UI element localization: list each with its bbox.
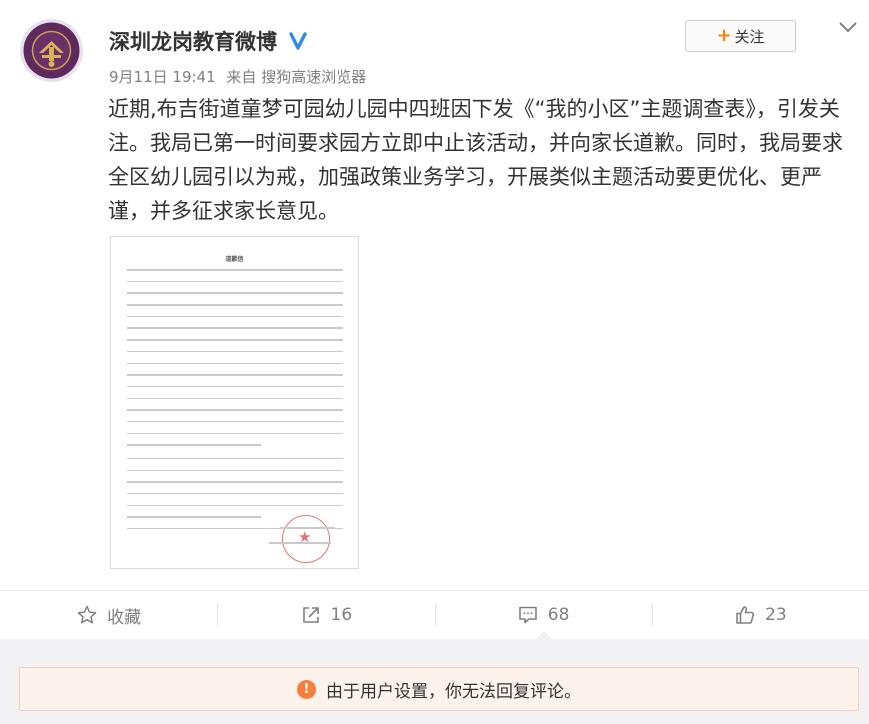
weibo-post-card: 深圳龙岗教育微博 9月11日 19:41 来自 搜狗高速浏览器 + 关注 近期,… bbox=[0, 0, 869, 724]
repost-count: 16 bbox=[330, 605, 353, 625]
post-time[interactable]: 9月11日 19:41 bbox=[109, 68, 216, 86]
follow-button[interactable]: + 关注 bbox=[685, 20, 796, 52]
notice-text: 由于用户设置，你无法回复评论。 bbox=[326, 681, 581, 702]
comment-tab-indicator bbox=[536, 631, 552, 639]
chevron-down-icon[interactable] bbox=[838, 20, 858, 34]
signature-line bbox=[280, 527, 335, 529]
follow-label: 关注 bbox=[734, 27, 765, 46]
post-text: 近期,布吉街道童梦可园幼儿园中四班因下发《“我的小区”主题调查表》，引发关注。我… bbox=[108, 97, 843, 223]
like-count: 23 bbox=[765, 605, 787, 625]
source-prefix: 来自 bbox=[226, 68, 257, 86]
verified-badge-icon bbox=[289, 32, 307, 50]
author-name[interactable]: 深圳龙岗教育微博 bbox=[109, 26, 277, 56]
star-icon bbox=[77, 605, 97, 624]
exclamation-icon: ! bbox=[297, 679, 316, 699]
thumbs-up-icon bbox=[736, 606, 755, 624]
date-line bbox=[269, 542, 331, 544]
red-seal-stamp bbox=[282, 515, 330, 563]
post-source[interactable]: 搜狗高速浏览器 bbox=[261, 68, 366, 86]
repost-button[interactable]: 16 bbox=[217, 591, 434, 639]
favorite-button[interactable]: 收藏 bbox=[0, 591, 217, 639]
image-title: 道歉信 bbox=[225, 256, 244, 263]
post-meta: 9月11日 19:41 来自 搜狗高速浏览器 bbox=[109, 66, 366, 87]
like-button[interactable]: 23 bbox=[651, 591, 869, 639]
apology-letter-image[interactable]: 道歉信 bbox=[110, 236, 359, 569]
emblem-logo bbox=[20, 19, 83, 82]
comment-bubble-icon bbox=[518, 606, 537, 624]
document-text-lines bbox=[127, 269, 343, 540]
plus-icon: + bbox=[716, 25, 732, 46]
favorite-label: 收藏 bbox=[107, 607, 142, 628]
avatar[interactable] bbox=[20, 19, 83, 82]
reply-disabled-notice: ! 由于用户设置，你无法回复评论。 bbox=[19, 667, 859, 711]
comment-count: 68 bbox=[547, 605, 570, 625]
action-bar: 收藏 16 68 23 bbox=[0, 591, 869, 639]
share-arrow-icon bbox=[302, 607, 319, 623]
